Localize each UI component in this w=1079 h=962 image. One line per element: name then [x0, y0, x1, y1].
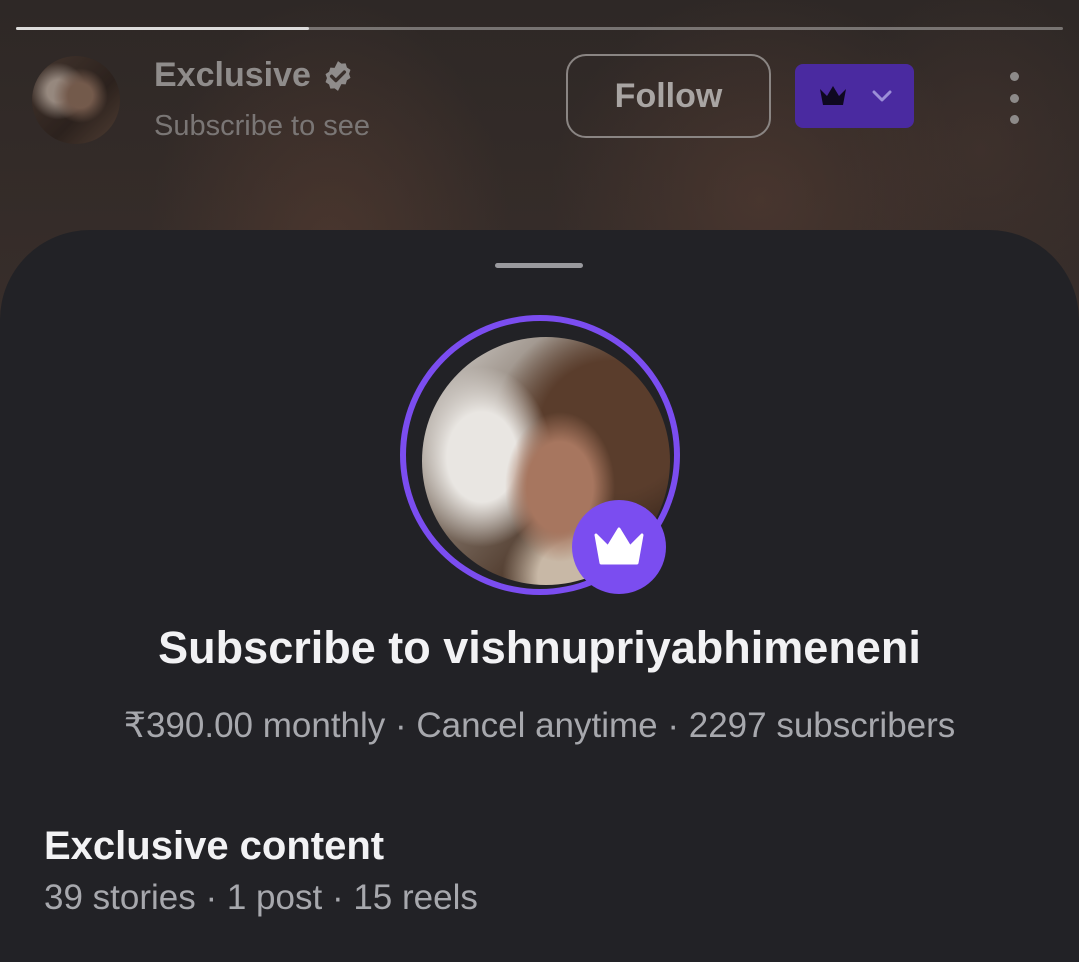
posts-count: 1 post: [226, 878, 323, 917]
exclusive-content-heading: Exclusive content: [44, 824, 385, 868]
meta-separator: ·: [195, 878, 227, 917]
more-vertical-icon-dot: [1009, 72, 1019, 81]
header-title: Exclusive: [154, 56, 311, 94]
follow-button[interactable]: Follow: [566, 54, 771, 138]
header-title-row: Exclusive: [154, 56, 355, 95]
cancel-text: Cancel anytime: [416, 706, 658, 745]
more-vertical-icon-dot: [1009, 115, 1019, 124]
subscriber-crown-badge: [572, 500, 666, 594]
meta-separator: ·: [322, 878, 354, 917]
more-options-button[interactable]: [998, 72, 1030, 124]
subscriber-count: 2297 subscribers: [688, 706, 956, 745]
sheet-drag-handle[interactable]: [495, 263, 583, 268]
crown-icon: [594, 527, 644, 565]
price-text: ₹390.00 monthly: [123, 706, 386, 745]
subscription-menu-button[interactable]: [795, 64, 914, 128]
header-avatar[interactable]: [32, 56, 120, 144]
exclusive-content-counts: 39 stories · 1 post · 15 reels: [44, 878, 478, 918]
stories-count: 39 stories: [44, 878, 196, 917]
meta-separator: ·: [385, 706, 417, 745]
subscribe-title: Subscribe to vishnupriyabhimeneni: [158, 622, 921, 673]
subscription-meta: ₹390.00 monthly · Cancel anytime · 2297 …: [0, 706, 1079, 746]
chevron-down-icon: [872, 90, 891, 102]
verified-badge-icon: [325, 60, 351, 91]
story-progress-fill: [16, 27, 310, 30]
more-vertical-icon-dot: [1009, 93, 1019, 103]
header-subtitle: Subscribe to see: [154, 110, 371, 142]
story-progress-bar: [16, 27, 1063, 30]
crown-icon: [819, 86, 846, 105]
reels-count: 15 reels: [353, 878, 478, 917]
meta-separator: ·: [657, 706, 689, 745]
